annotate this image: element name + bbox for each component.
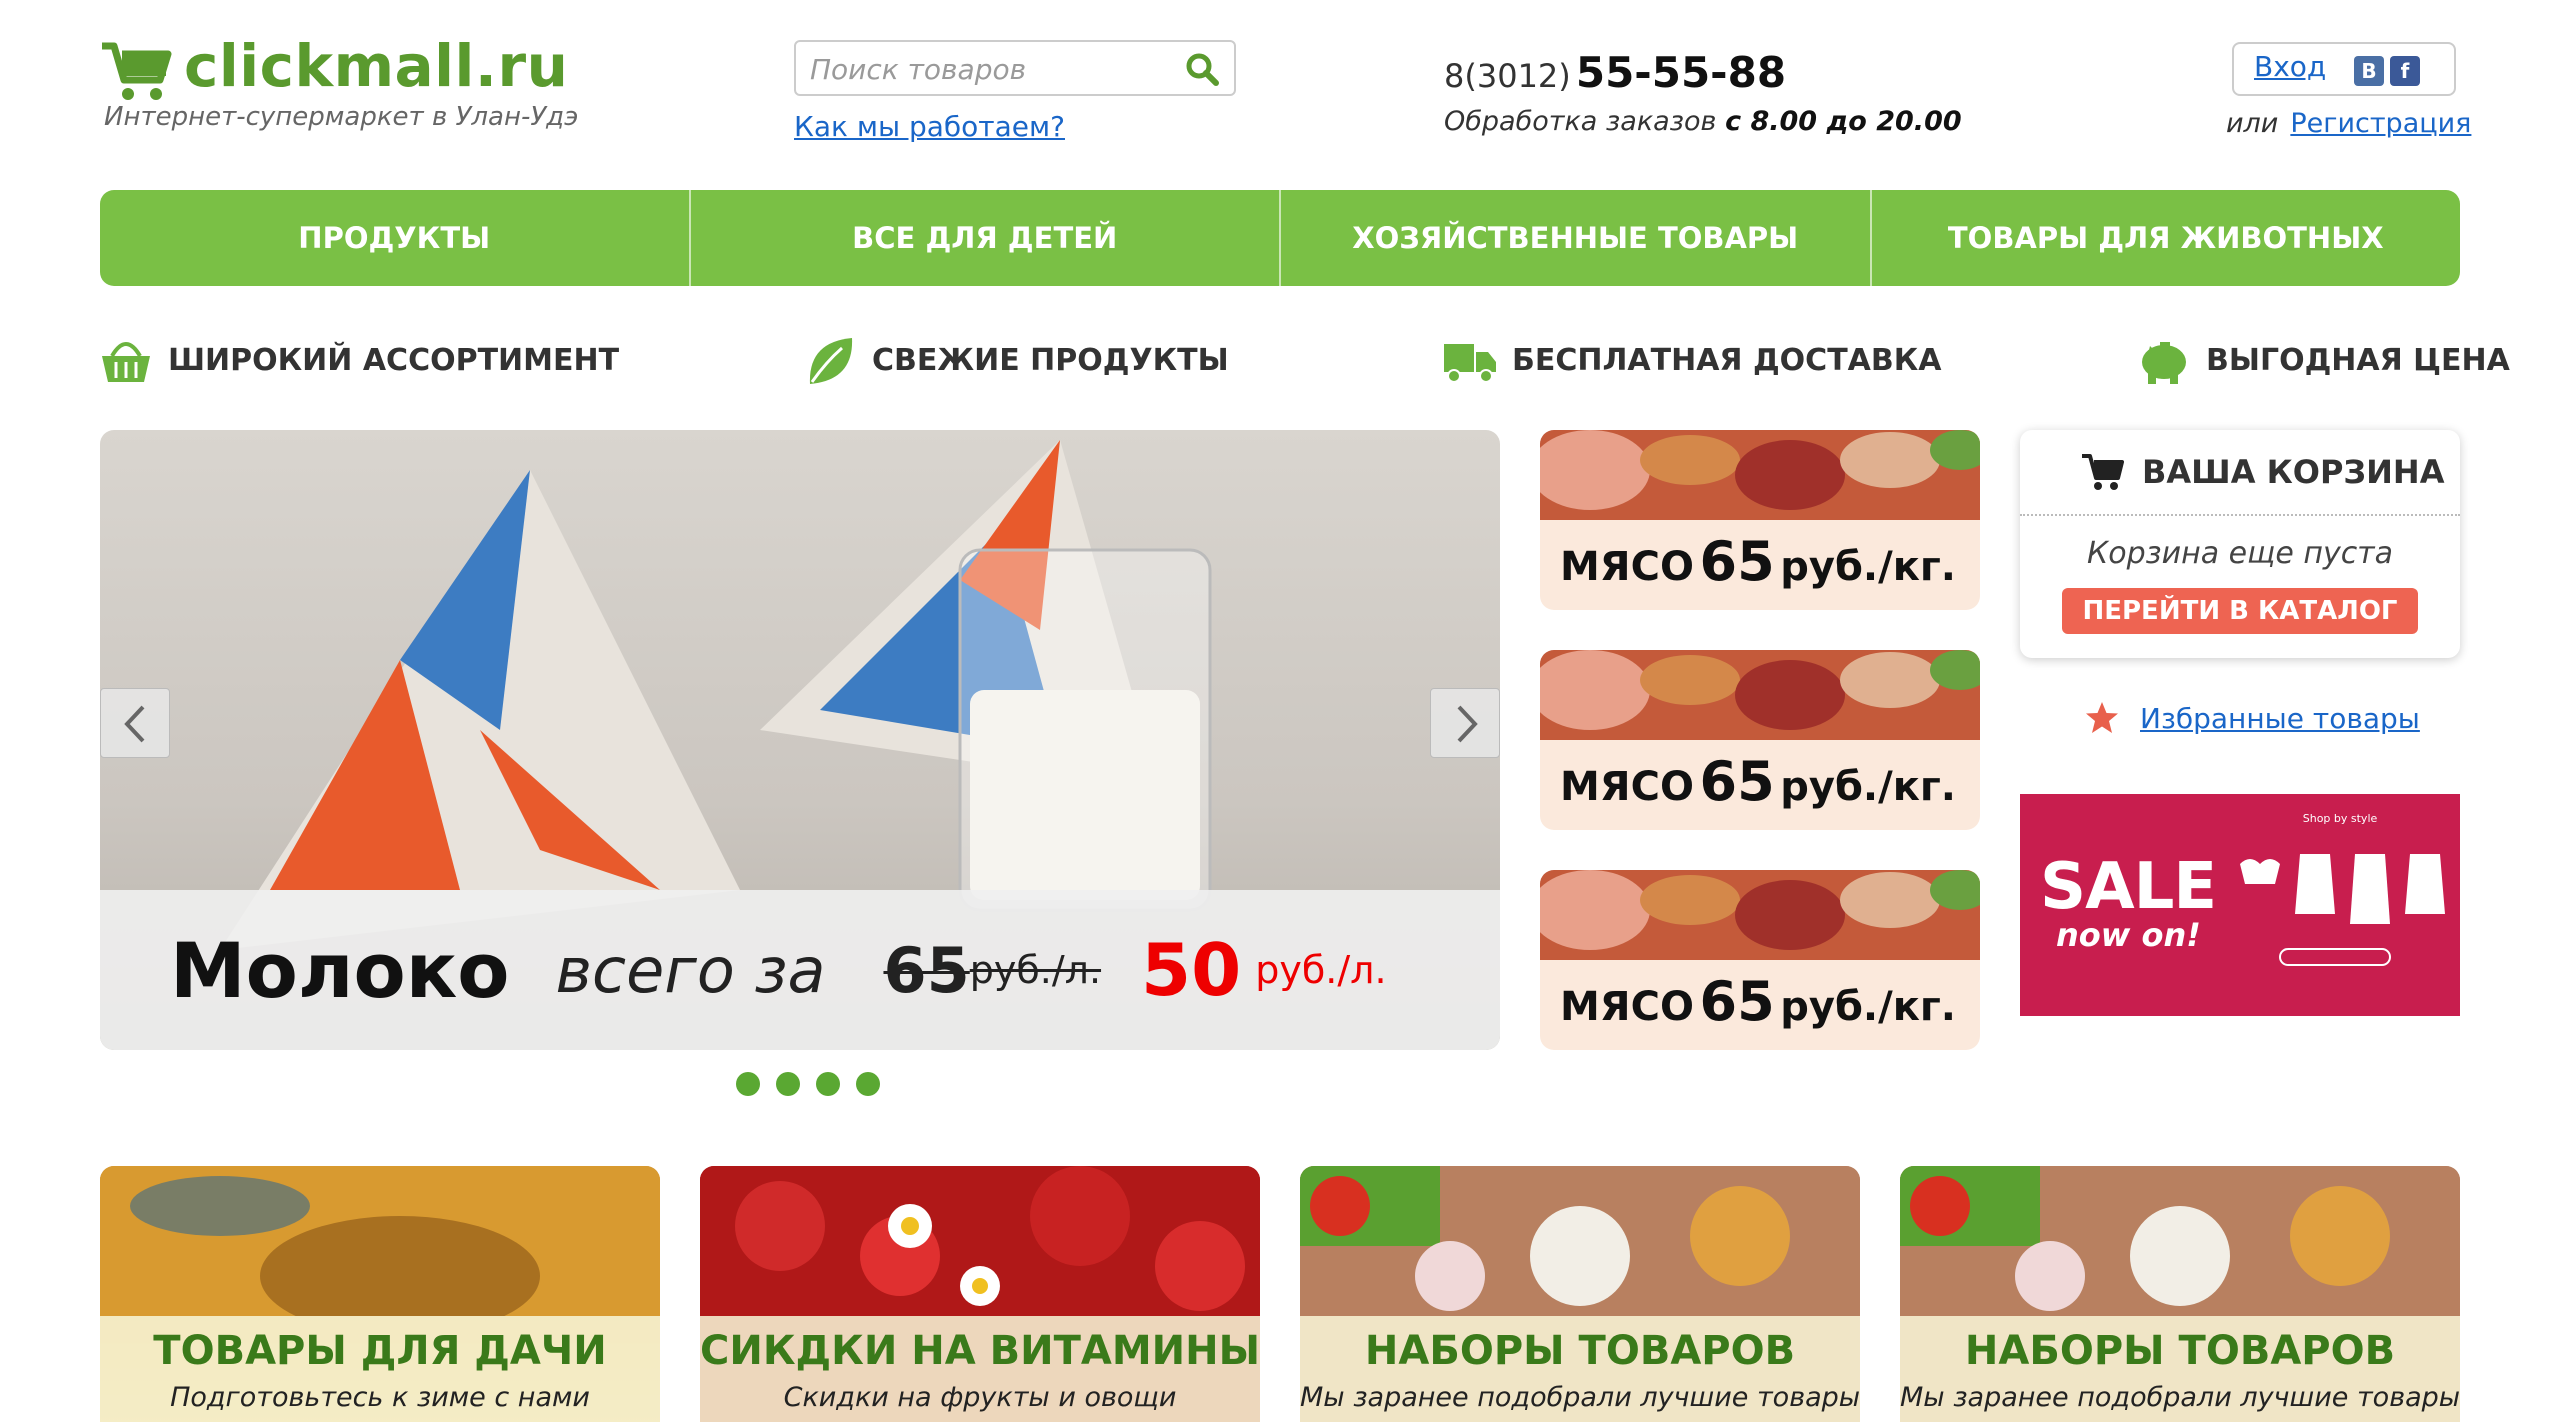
- search-input[interactable]: [810, 50, 1170, 88]
- grocery-photo: [1900, 1166, 2460, 1316]
- cart-empty-text: Корзина еще пуста: [2086, 536, 2394, 571]
- sale-subtitle: now on!: [2056, 916, 2201, 954]
- hours-label: Обработка заказов: [1444, 106, 1717, 137]
- cart-widget: ВАША КОРЗИНА Корзина еще пуста ПЕРЕЙТИ В…: [2020, 430, 2460, 658]
- category-title: НАБОРЫ ТОВАРОВ: [1364, 1328, 1796, 1374]
- cart-title: ВАША КОРЗИНА: [2080, 452, 2444, 492]
- basket-icon: [102, 342, 150, 382]
- go-to-catalog-button[interactable]: ПЕРЕЙТИ В КАТАЛОГ: [2062, 588, 2418, 634]
- piggy-bank-icon: [2142, 342, 2186, 384]
- truck-icon: [1444, 344, 1496, 383]
- slider-prev-button[interactable]: [100, 688, 170, 758]
- promo-card[interactable]: МЯСО 65 руб./кг.: [1540, 650, 1980, 830]
- slider-dot[interactable]: [736, 1072, 760, 1096]
- new-price: 50: [1141, 928, 1242, 1012]
- login-link[interactable]: Вход: [2254, 50, 2326, 83]
- meat-photo: [1540, 870, 1980, 960]
- old-price: 65: [883, 933, 970, 1007]
- site-logo[interactable]: clickmall.ru Интернет-супермаркет в Улан…: [100, 32, 620, 142]
- promo-label: МЯСО 65 руб./кг.: [1560, 970, 1956, 1033]
- feature-label: ВЫГОДНАЯ ЦЕНА: [2206, 342, 2510, 378]
- main-nav: ПРОДУКТЫ ВСЕ ДЛЯ ДЕТЕЙ ХОЗЯЙСТВЕННЫЕ ТОВ…: [100, 190, 2460, 286]
- slide-caption: Молоко всего за 65 руб./л. 50 руб./л.: [100, 890, 1500, 1050]
- vk-icon[interactable]: В: [2354, 56, 2384, 86]
- category-subtitle: Подготовьтесь к зиме с нами: [170, 1382, 590, 1413]
- promo-card[interactable]: МЯСО 65 руб./кг.: [1540, 870, 1980, 1050]
- cart-logo-icon: [102, 42, 172, 100]
- promo-card[interactable]: МЯСО 65 руб./кг.: [1540, 430, 1980, 610]
- cart-title-text: ВАША КОРЗИНА: [2142, 453, 2445, 491]
- phone-code: 8(3012): [1444, 57, 1571, 95]
- old-price-unit: руб./л.: [969, 948, 1102, 992]
- meat-photo: [1540, 430, 1980, 520]
- feature-fresh: СВЕЖИЕ ПРОДУКТЫ: [802, 330, 1229, 390]
- feature-price: ВЫГОДНАЯ ЦЕНА: [2136, 330, 2510, 390]
- search-icon[interactable]: [1184, 51, 1220, 87]
- sale-small-text: Shop by style: [2302, 812, 2378, 825]
- phone: 8(3012) 55-55-88: [1444, 48, 1786, 97]
- category-card[interactable]: НАБОРЫ ТОВАРОВ Мы заранее подобрали лучш…: [1300, 1166, 1860, 1422]
- nav-item-kids[interactable]: ВСЕ ДЛЯ ДЕТЕЙ: [691, 190, 1281, 286]
- promo-label: МЯСО 65 руб./кг.: [1560, 750, 1956, 813]
- meat-photo: [1540, 650, 1980, 740]
- chevron-right-icon: [1457, 705, 1478, 743]
- facebook-icon[interactable]: f: [2390, 56, 2420, 86]
- search-box: [794, 40, 1236, 96]
- strawberry-photo: [700, 1166, 1260, 1316]
- sale-title: SALE: [2040, 850, 2217, 924]
- hours-value: с 8.00 до 20.00: [1725, 106, 1962, 137]
- slider-next-button[interactable]: [1430, 688, 1500, 758]
- category-title: ТОВАРЫ ДЛЯ ДАЧИ: [153, 1328, 607, 1374]
- nav-item-pets[interactable]: ТОВАРЫ ДЛЯ ЖИВОТНЫХ: [1872, 190, 2461, 286]
- feature-assortment: ШИРОКИЙ АССОРТИМЕНТ: [98, 330, 619, 390]
- cart-icon: [2082, 454, 2124, 490]
- cart-divider: [2020, 514, 2460, 516]
- leaf-icon: [809, 338, 853, 384]
- feature-label: БЕСПЛАТНАЯ ДОСТАВКА: [1512, 342, 1942, 378]
- category-card[interactable]: ТОВАРЫ ДЛЯ ДАЧИ Подготовьтесь к зиме с н…: [100, 1166, 660, 1422]
- category-title: НАБОРЫ ТОВАРОВ: [1964, 1328, 2396, 1374]
- chevron-left-icon: [124, 705, 145, 743]
- or-text: или: [2226, 108, 2279, 139]
- slide-for-text: всего за: [555, 933, 826, 1007]
- hero-slider[interactable]: Молоко всего за 65 руб./л. 50 руб./л.: [100, 430, 1500, 1050]
- star-icon: [2086, 702, 2118, 733]
- tagline: Интернет-супермаркет в Улан-Удэ: [104, 102, 579, 132]
- favorites-link[interactable]: Избранные товары: [2084, 700, 2420, 736]
- favorites-label: Избранные товары: [2140, 701, 2420, 735]
- grocery-photo: [1300, 1166, 1860, 1316]
- new-price-unit: руб./л.: [1255, 948, 1387, 992]
- category-subtitle: Скидки на фрукты и овощи: [783, 1382, 1177, 1413]
- register-link[interactable]: Регистрация: [2290, 108, 2471, 139]
- work-hours: Обработка заказов с 8.00 до 20.00: [1444, 106, 1962, 137]
- nav-item-products[interactable]: ПРОДУКТЫ: [100, 190, 691, 286]
- sale-banner[interactable]: Shop by style SALE now on!: [2020, 794, 2460, 1016]
- category-card[interactable]: НАБОРЫ ТОВАРОВ Мы заранее подобрали лучш…: [1900, 1166, 2460, 1422]
- logo-text: clickmall.ru: [184, 32, 569, 100]
- feature-label: ШИРОКИЙ АССОРТИМЕНТ: [168, 342, 620, 378]
- category-subtitle: Мы заранее подобрали лучшие товары: [1300, 1382, 1860, 1413]
- login-box: Вход В f: [2232, 42, 2456, 96]
- lingerie-illustration: [2240, 854, 2445, 966]
- category-subtitle: Мы заранее подобрали лучшие товары: [1900, 1382, 2460, 1413]
- register-line: или Регистрация: [2226, 108, 2471, 139]
- slider-dot[interactable]: [776, 1072, 800, 1096]
- slider-dot[interactable]: [816, 1072, 840, 1096]
- slider-dot[interactable]: [856, 1072, 880, 1096]
- promo-label: МЯСО 65 руб./кг.: [1560, 530, 1956, 593]
- nav-item-household[interactable]: ХОЗЯЙСТВЕННЫЕ ТОВАРЫ: [1281, 190, 1872, 286]
- category-title: СИКДКИ НА ВИТАМИНЫ: [700, 1328, 1260, 1374]
- slider-dots: [736, 1072, 880, 1096]
- how-we-work-link[interactable]: Как мы работаем?: [794, 110, 1065, 143]
- feature-label: СВЕЖИЕ ПРОДУКТЫ: [872, 342, 1229, 378]
- category-card[interactable]: СИКДКИ НА ВИТАМИНЫ Скидки на фрукты и ов…: [700, 1166, 1260, 1422]
- slide-title: Молоко: [170, 925, 510, 1015]
- feature-delivery: БЕСПЛАТНАЯ ДОСТАВКА: [1442, 330, 1941, 390]
- phone-number: 55-55-88: [1575, 48, 1787, 97]
- wheat-photo: [100, 1166, 660, 1316]
